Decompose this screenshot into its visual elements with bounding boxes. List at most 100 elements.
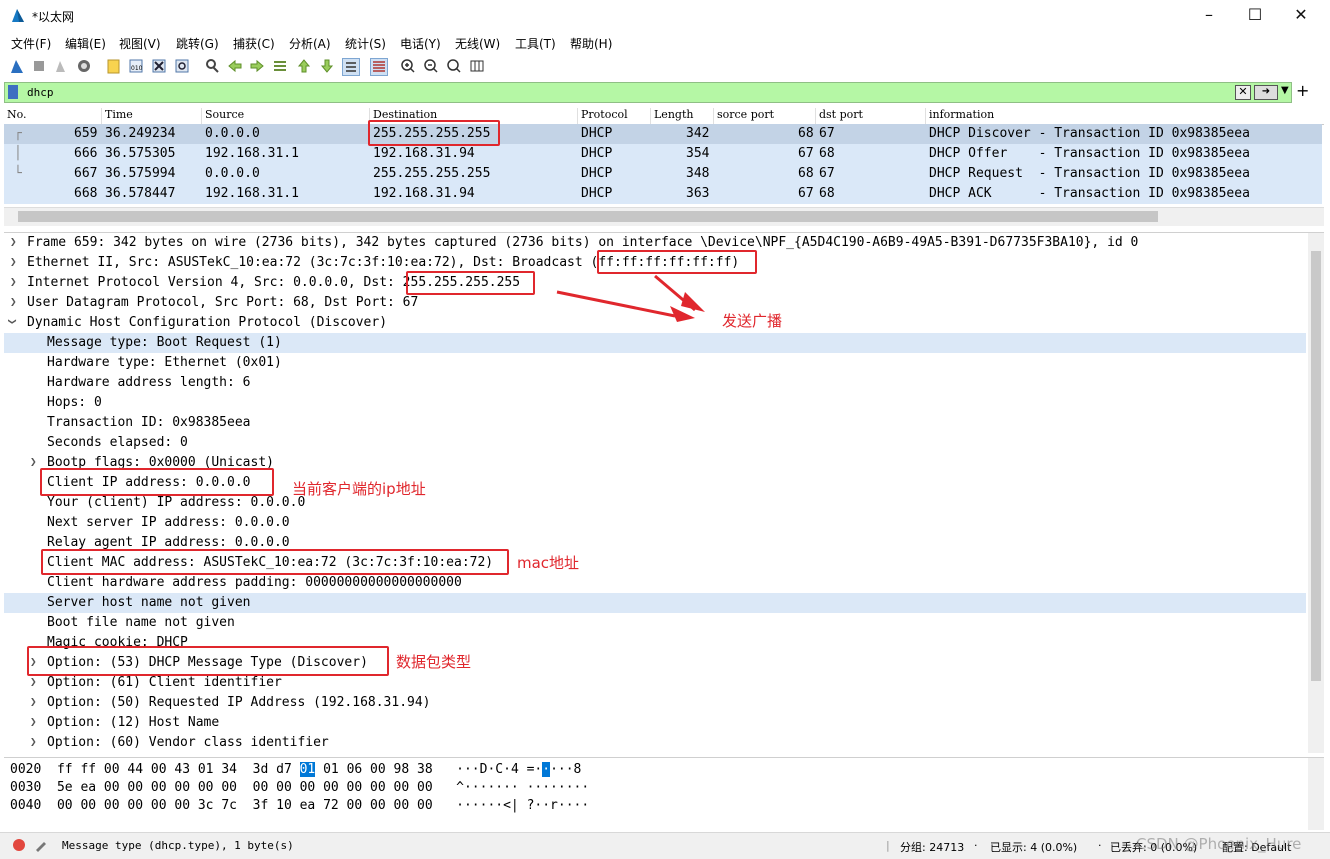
menu-view[interactable]: 视图(V)	[119, 35, 161, 52]
minimize-button[interactable]: –	[1186, 0, 1232, 30]
packet-row[interactable]: │ 666 36.575305 192.168.31.1 192.168.31.…	[4, 144, 1322, 164]
hex-row[interactable]: 0030 5e ea 00 00 00 00 00 00 00 00 00 00…	[10, 780, 589, 798]
tree-item-hw-addr-length[interactable]: Hardware address length: 6	[4, 373, 1306, 393]
col-header-dport[interactable]: dst port	[815, 108, 863, 124]
go-last-packet-icon[interactable]	[319, 58, 335, 74]
maximize-button[interactable]: ☐	[1232, 0, 1278, 30]
expand-arrow-icon[interactable]: ❯	[10, 275, 17, 288]
expand-arrow-icon[interactable]: ❯	[10, 235, 17, 248]
packet-dport: 68	[819, 146, 835, 161]
hex-row[interactable]: 0020 ff ff 00 44 00 43 01 34 3d d7 01 01…	[10, 762, 581, 780]
tree-item-option-12[interactable]: ❯ Option: (12) Host Name	[4, 713, 1306, 733]
col-header-protocol[interactable]: Protocol	[577, 108, 628, 124]
capture-status-icon[interactable]	[12, 838, 26, 852]
col-header-length[interactable]: Length	[650, 108, 693, 124]
col-header-sport[interactable]: sorce port	[713, 108, 774, 124]
hex-row[interactable]: 0040 00 00 00 00 00 00 3c 7c 3f 10 ea 72…	[10, 798, 589, 816]
clear-filter-button[interactable]: ✕	[1235, 85, 1251, 100]
zoom-in-icon[interactable]	[400, 58, 416, 74]
tree-item-boot-file[interactable]: Boot file name not given	[4, 613, 1306, 633]
tree-item-transaction-id[interactable]: Transaction ID: 0x98385eea	[4, 413, 1306, 433]
packet-dport: 68	[819, 186, 835, 201]
menu-wireless[interactable]: 无线(W)	[455, 35, 500, 52]
details-vscrollbar[interactable]	[1308, 233, 1324, 753]
annotation-arrows	[556, 274, 705, 322]
tree-item-hw-padding[interactable]: Client hardware address padding: 0000000…	[4, 573, 1306, 593]
display-filter-input[interactable]	[27, 84, 1207, 100]
restart-capture-icon[interactable]	[53, 58, 69, 74]
menu-tools[interactable]: 工具(T)	[515, 35, 556, 52]
menu-edit[interactable]: 编辑(E)	[65, 35, 106, 52]
annotation-box-client-mac	[41, 549, 509, 575]
menu-analyze[interactable]: 分析(A)	[289, 35, 331, 52]
packet-row[interactable]: └ 667 36.575994 0.0.0.0 255.255.255.255 …	[4, 164, 1322, 184]
tree-item-server-host[interactable]: Server host name not given	[4, 593, 1306, 613]
packet-destination: 192.168.31.94	[373, 146, 475, 161]
annotation-box-destination	[368, 120, 500, 146]
filter-bookmark-icon[interactable]	[8, 85, 18, 99]
collapse-arrow-icon[interactable]: ❯	[6, 318, 19, 325]
packet-length: 354	[686, 146, 710, 161]
expand-arrow-icon[interactable]: ❯	[10, 295, 17, 308]
main-toolbar: 010	[0, 56, 1330, 78]
packet-row[interactable]: ┌ 659 36.249234 0.0.0.0 255.255.255.255 …	[4, 124, 1322, 144]
expand-arrow-icon[interactable]: ❯	[30, 695, 37, 708]
go-back-icon[interactable]	[227, 58, 243, 74]
tree-item-option-50[interactable]: ❯ Option: (50) Requested IP Address (192.…	[4, 693, 1306, 713]
go-to-packet-icon[interactable]	[272, 58, 288, 74]
go-first-packet-icon[interactable]	[296, 58, 312, 74]
find-packet-icon[interactable]	[204, 58, 220, 74]
tree-item-next-server-ip[interactable]: Next server IP address: 0.0.0.0	[4, 513, 1306, 533]
save-file-icon[interactable]: 010	[128, 58, 144, 74]
close-file-icon[interactable]	[151, 58, 167, 74]
tree-item-message-type[interactable]: Message type: Boot Request (1)	[4, 333, 1306, 353]
zoom-out-icon[interactable]	[423, 58, 439, 74]
expert-info-icon[interactable]	[34, 838, 48, 852]
go-forward-icon[interactable]	[249, 58, 265, 74]
tree-item-hops[interactable]: Hops: 0	[4, 393, 1306, 413]
menu-file[interactable]: 文件(F)	[11, 35, 51, 52]
menu-capture[interactable]: 捕获(C)	[233, 35, 275, 52]
expand-arrow-icon[interactable]: ❯	[30, 455, 37, 468]
expand-arrow-icon[interactable]: ❯	[30, 675, 37, 688]
col-header-info[interactable]: information	[925, 108, 994, 124]
status-packet-count: 分组: 24713	[900, 841, 965, 854]
expand-arrow-icon[interactable]: ❯	[30, 715, 37, 728]
expand-arrow-icon[interactable]: ❯	[10, 255, 17, 268]
tree-item-seconds-elapsed[interactable]: Seconds elapsed: 0	[4, 433, 1306, 453]
packet-list-hscrollbar[interactable]	[4, 207, 1324, 226]
tree-item-hardware-type[interactable]: Hardware type: Ethernet (0x01)	[4, 353, 1306, 373]
menu-go[interactable]: 跳转(G)	[176, 35, 219, 52]
tree-item-your-ip[interactable]: Your (client) IP address: 0.0.0.0	[4, 493, 1306, 513]
packet-row[interactable]: 668 36.578447 192.168.31.1 192.168.31.94…	[4, 184, 1322, 204]
col-header-no[interactable]: No.	[4, 108, 27, 124]
expand-arrow-icon[interactable]: ❯	[30, 735, 37, 748]
packet-length: 342	[686, 126, 710, 141]
menu-help[interactable]: 帮助(H)	[570, 35, 612, 52]
filter-history-dropdown[interactable]: ▼	[1281, 85, 1289, 96]
tree-item-option-60[interactable]: ❯ Option: (60) Vendor class identifier	[4, 733, 1306, 753]
menu-statistics[interactable]: 统计(S)	[345, 35, 386, 52]
hex-selected-byte[interactable]: 01	[299, 762, 316, 777]
stop-capture-icon[interactable]	[31, 58, 47, 74]
open-file-icon[interactable]	[106, 58, 122, 74]
status-displayed: 已显示: 4 (0.0%)	[990, 841, 1078, 854]
close-button[interactable]: ✕	[1278, 0, 1324, 30]
tree-item-option-61[interactable]: ❯ Option: (61) Client identifier	[4, 673, 1306, 693]
add-filter-button-icon[interactable]: +	[1296, 82, 1309, 100]
packet-destination: 192.168.31.94	[373, 186, 475, 201]
auto-scroll-icon[interactable]	[342, 58, 360, 76]
zoom-normal-icon[interactable]	[446, 58, 462, 74]
col-header-source[interactable]: Source	[201, 108, 244, 124]
apply-filter-button[interactable]: ➜	[1254, 85, 1278, 100]
title-bar: *以太网 – ☐ ✕	[0, 0, 1330, 30]
resize-columns-icon[interactable]	[469, 58, 485, 74]
col-header-time[interactable]: Time	[101, 108, 133, 124]
start-capture-icon[interactable]	[9, 58, 25, 74]
menu-telephony[interactable]: 电话(Y)	[400, 35, 441, 52]
reload-file-icon[interactable]	[174, 58, 190, 74]
colorize-icon[interactable]	[370, 58, 388, 76]
window-title: *以太网	[32, 10, 75, 24]
capture-options-icon[interactable]	[76, 58, 92, 74]
hex-vscrollbar[interactable]	[1308, 758, 1324, 830]
